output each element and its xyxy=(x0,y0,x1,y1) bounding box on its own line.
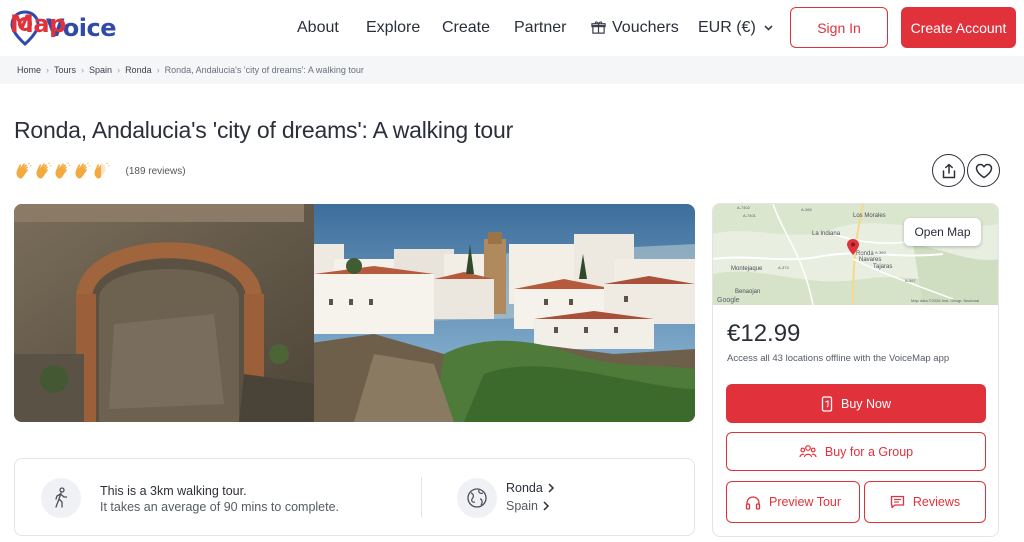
tour-price: €12.99 xyxy=(727,320,801,347)
group-icon xyxy=(799,445,817,458)
site-header: Voice Map About Explore Create Partner Vo… xyxy=(0,0,1024,56)
chevron-down-icon xyxy=(764,25,773,31)
tour-info-box: This is a 3km walking tour. It takes an … xyxy=(14,458,695,536)
map-road-label: A-7402 xyxy=(737,205,751,210)
duration-text: It takes an average of 90 mins to comple… xyxy=(100,500,340,514)
share-icon xyxy=(942,163,955,178)
breadcrumb-ronda[interactable]: Ronda xyxy=(125,65,152,75)
chevron-right-icon xyxy=(543,501,550,511)
breadcrumb-tours[interactable]: Tours xyxy=(54,65,76,75)
city-link[interactable]: Ronda xyxy=(506,481,555,495)
map-road-label: A-397 xyxy=(905,278,916,283)
breadcrumb-bar: Home › Tours › Spain › Ronda › Ronda, Andalu… xyxy=(0,56,1024,84)
breadcrumb-separator: › xyxy=(46,65,50,75)
hero-photo xyxy=(14,204,695,422)
preview-tour-label: Preview Tour xyxy=(768,495,842,509)
offline-note: Access all 43 locations offline with the… xyxy=(727,353,950,364)
breadcrumb-separator: › xyxy=(117,65,121,75)
open-map-button[interactable]: Open Map xyxy=(904,218,981,246)
city-label: Ronda xyxy=(506,481,543,495)
breadcrumb-separator: › xyxy=(156,65,160,75)
currency-label: EUR (€) xyxy=(698,19,756,36)
nav-explore[interactable]: Explore xyxy=(366,19,420,37)
google-attribution: Google xyxy=(717,297,740,304)
clap-icon xyxy=(36,162,51,179)
map-label: Montejaque xyxy=(731,266,763,272)
globe-icon-circle xyxy=(457,478,497,518)
distance-text: This is a 3km walking tour. xyxy=(100,484,247,498)
map-road-label: A-7401 xyxy=(743,213,757,218)
breadcrumb-spain[interactable]: Spain xyxy=(89,65,112,75)
breadcrumb: Home › Tours › Spain › Ronda › Ronda, Andalu… xyxy=(17,65,364,75)
tour-hero-image[interactable] xyxy=(14,204,695,422)
map-road-label: A-369 xyxy=(875,250,886,255)
map-data-attribution: Map data ©2026 Inst. Geogr. Nacional xyxy=(911,298,979,303)
walking-person-icon xyxy=(55,487,68,508)
share-button[interactable] xyxy=(932,154,965,187)
buy-for-group-label: Buy for a Group xyxy=(824,444,914,459)
clap-icon xyxy=(94,162,110,179)
currency-selector[interactable]: EUR (€) xyxy=(698,19,773,37)
map-label: La Indiana xyxy=(812,231,841,237)
info-divider xyxy=(421,477,422,517)
walking-icon-circle xyxy=(41,478,81,518)
headphones-icon xyxy=(745,495,761,510)
phone-icon xyxy=(821,395,833,412)
preview-tour-button[interactable]: Preview Tour xyxy=(726,481,860,523)
reviews-button[interactable]: Reviews xyxy=(864,481,986,523)
map-label: Navares xyxy=(859,257,881,263)
map-label: Los Morales xyxy=(853,213,886,219)
create-account-button[interactable]: Create Account xyxy=(901,7,1016,48)
page-title: Ronda, Andalucia's 'city of dreams': A w… xyxy=(14,117,514,143)
booking-panel: Los Morales La Indiana Montejaque Benaoj… xyxy=(712,203,999,537)
clap-icon xyxy=(75,162,90,179)
rating-claps xyxy=(14,162,112,180)
rating[interactable]: (189 reviews) xyxy=(14,162,186,180)
buy-for-group-button[interactable]: Buy for a Group xyxy=(726,432,986,471)
voicemap-logo[interactable]: Voice Map xyxy=(10,10,116,46)
buy-now-button[interactable]: Buy Now xyxy=(726,384,986,423)
reviews-icon xyxy=(890,495,905,509)
reviews-label: Reviews xyxy=(912,495,961,509)
breadcrumb-current: Ronda, Andalucia's 'city of dreams': A w… xyxy=(164,65,364,75)
map-label: Tajaras xyxy=(873,264,892,270)
chevron-right-icon xyxy=(548,483,554,493)
map-road-label: A-366 xyxy=(801,207,812,212)
country-label: Spain xyxy=(506,499,538,513)
map-label: Benaojan xyxy=(735,289,760,295)
breadcrumb-home[interactable]: Home xyxy=(17,65,41,75)
map-road-label: A-374 xyxy=(778,265,789,270)
logo-wordmark: Voice Map xyxy=(10,10,116,42)
sign-in-button[interactable]: Sign In xyxy=(790,7,888,48)
tour-map[interactable]: Los Morales La Indiana Montejaque Benaoj… xyxy=(713,204,998,306)
clap-icon xyxy=(55,162,71,179)
reviews-count[interactable]: (189 reviews) xyxy=(126,166,186,177)
gift-icon xyxy=(591,21,606,34)
country-link[interactable]: Spain xyxy=(506,499,550,513)
clap-icon xyxy=(16,162,32,179)
buy-now-label: Buy Now xyxy=(840,396,892,411)
favorite-button[interactable] xyxy=(967,154,1000,187)
vouchers-label: Vouchers xyxy=(612,19,679,36)
nav-about[interactable]: About xyxy=(297,19,339,37)
breadcrumb-separator: › xyxy=(81,65,85,75)
nav-vouchers[interactable]: Vouchers xyxy=(591,19,679,37)
globe-icon xyxy=(467,488,487,508)
heart-icon xyxy=(975,163,992,178)
nav-create[interactable]: Create xyxy=(442,19,490,37)
nav-partner[interactable]: Partner xyxy=(514,19,566,37)
